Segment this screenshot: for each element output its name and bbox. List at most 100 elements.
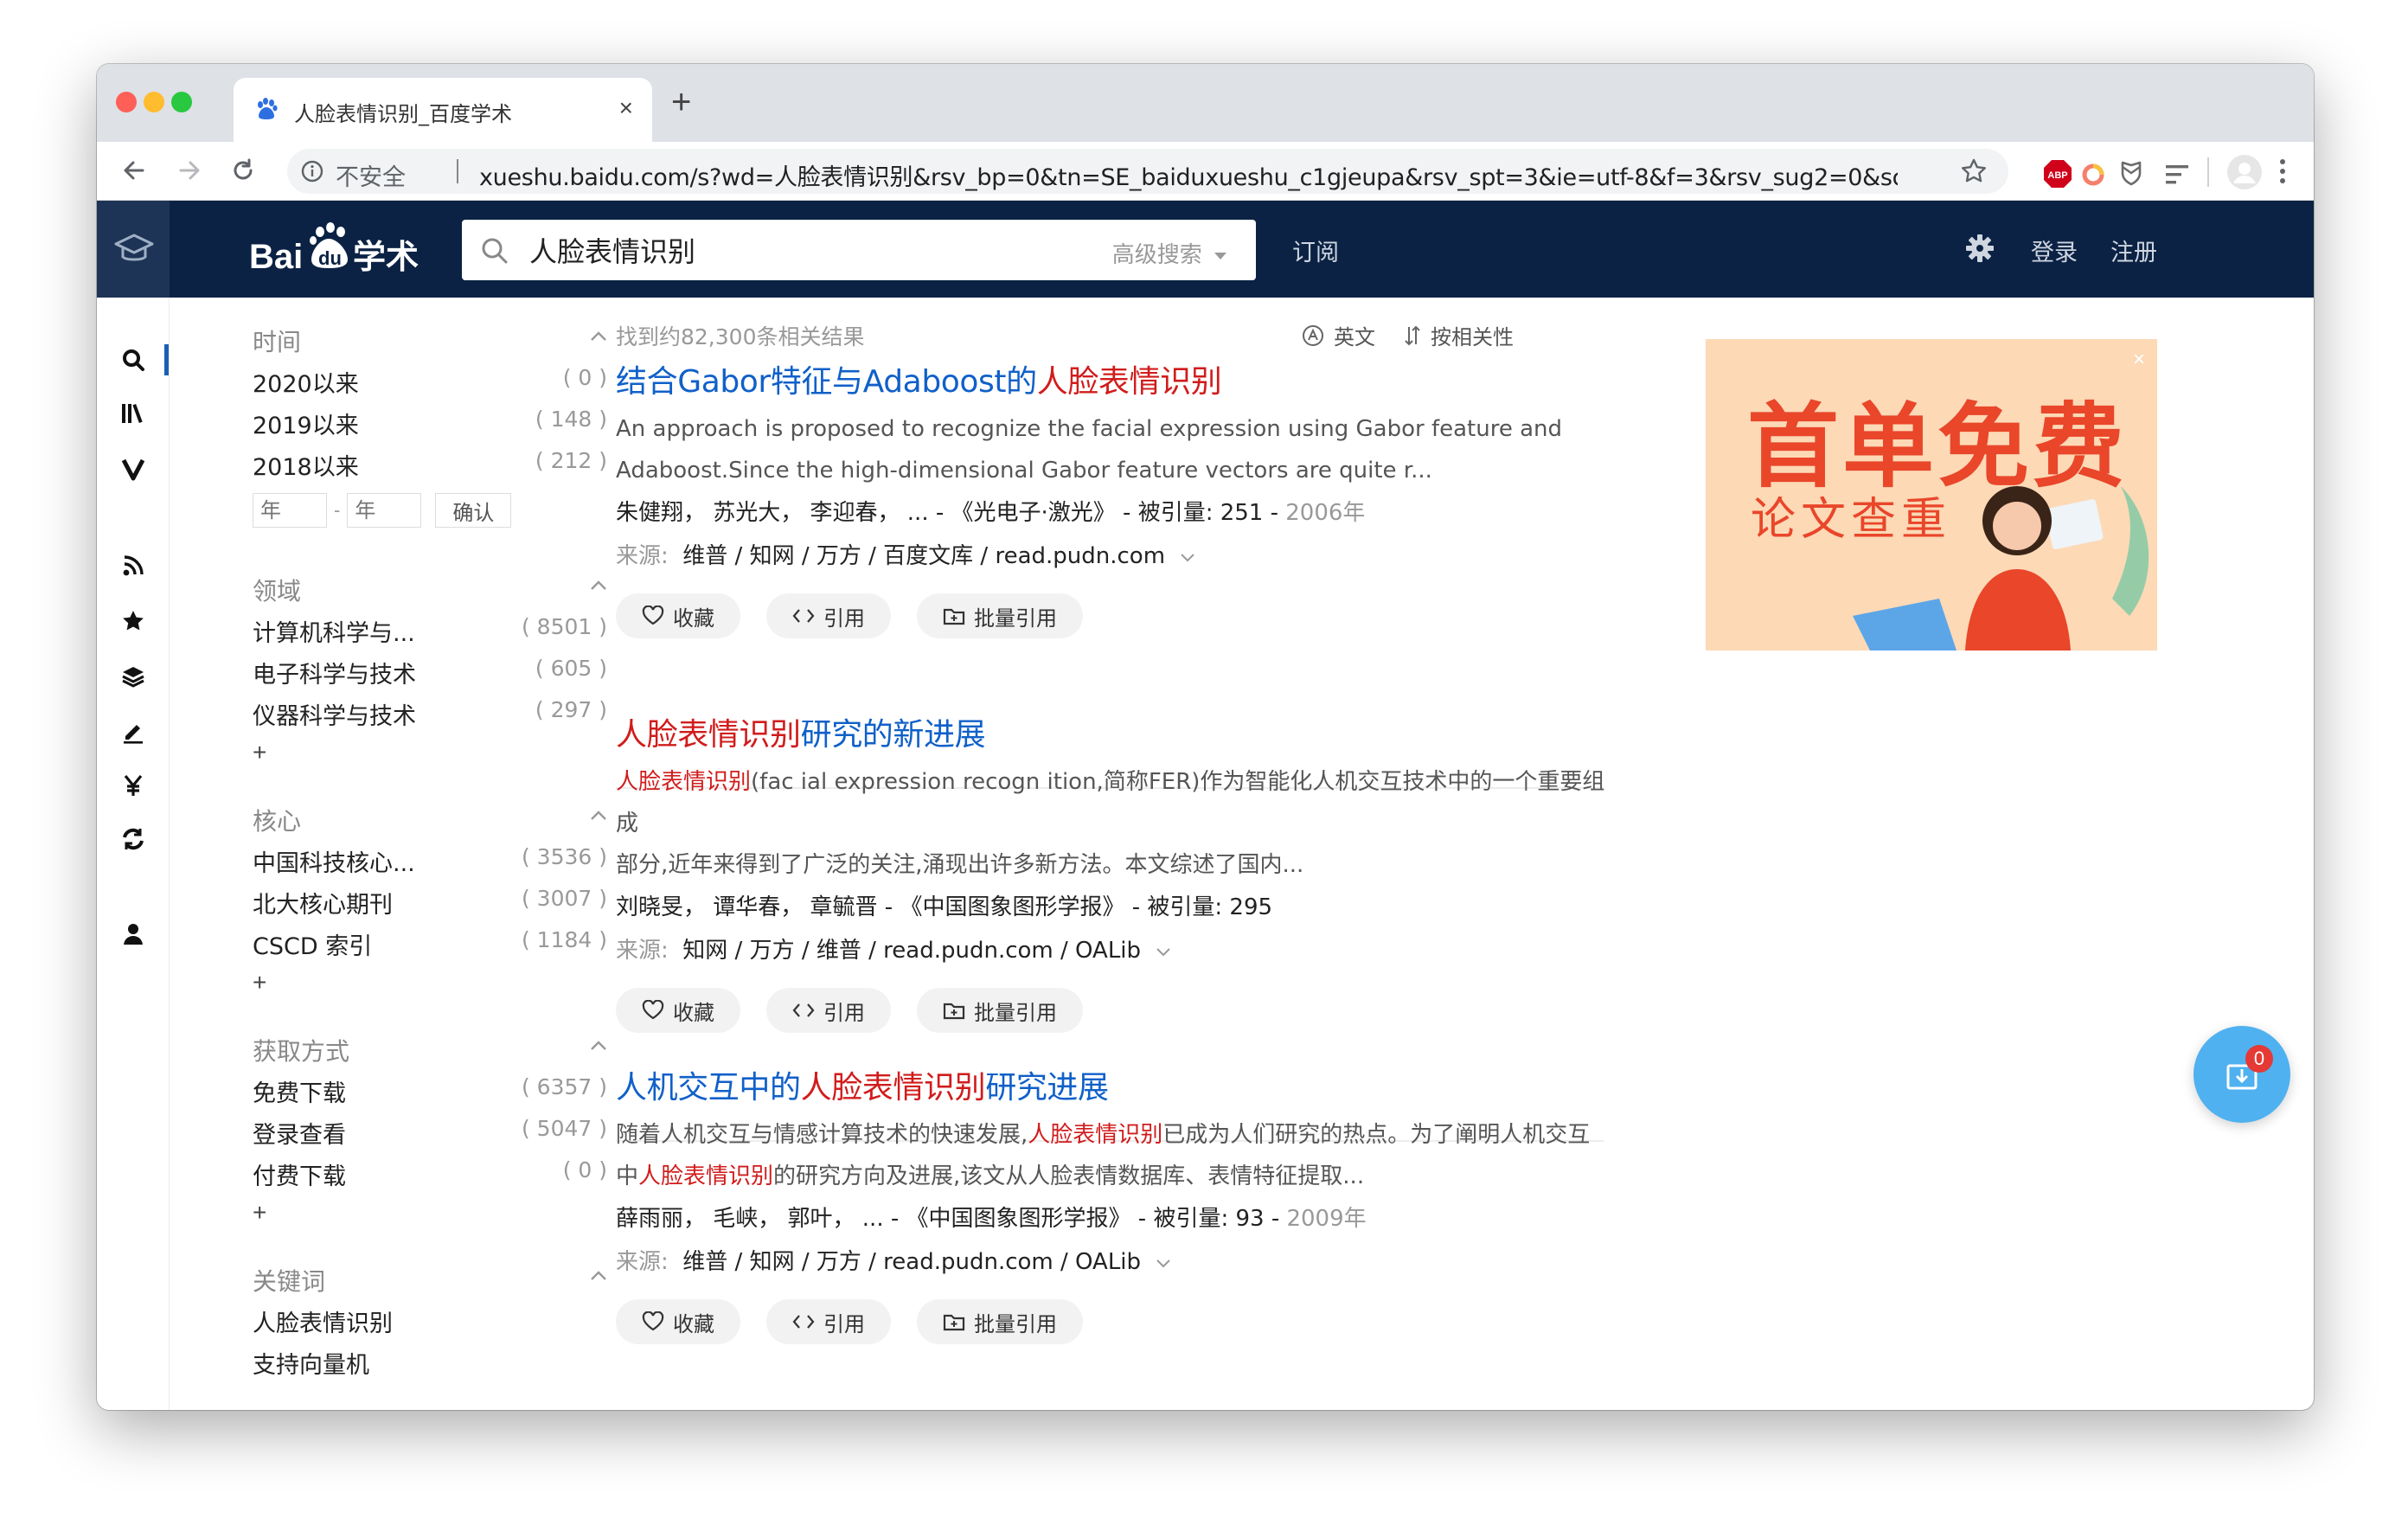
filter-option[interactable]: 计算机科学与... ( 8501 ): [253, 614, 616, 656]
chevron-up-icon[interactable]: [590, 1040, 607, 1052]
filter-more-button[interactable]: +: [253, 739, 616, 773]
result-title-link[interactable]: 人脸表情识别研究的新进展: [616, 715, 1702, 756]
filter-more-button[interactable]: +: [253, 1199, 616, 1234]
collect-button[interactable]: 收藏: [616, 988, 740, 1033]
minimize-window-button[interactable]: [144, 92, 164, 112]
chevron-down-icon[interactable]: [1155, 945, 1172, 958]
floating-batch-button[interactable]: 0: [2193, 1026, 2290, 1123]
batch-cite-button[interactable]: 批量引用: [917, 593, 1083, 638]
settings-gear-icon[interactable]: [1965, 234, 1995, 263]
search-input[interactable]: [529, 230, 1066, 270]
list-extension-icon[interactable]: [2164, 163, 2190, 187]
new-tab-button[interactable]: +: [671, 85, 691, 119]
search-icon[interactable]: [119, 346, 147, 374]
year-confirm-button[interactable]: 确认: [435, 493, 512, 528]
subscribe-link[interactable]: 订阅: [1292, 234, 1339, 267]
user-icon[interactable]: [119, 920, 147, 948]
result-title-link[interactable]: 人机交互中的人脸表情识别研究进展: [616, 1067, 1702, 1109]
star-icon[interactable]: [119, 607, 147, 635]
login-link[interactable]: 登录: [2031, 234, 2078, 267]
yen-icon[interactable]: [119, 772, 147, 799]
library-icon[interactable]: [119, 400, 147, 427]
filter-core-header[interactable]: 核心: [253, 803, 616, 844]
result-title-link[interactable]: 结合Gabor特征与Adaboost的人脸表情识别: [616, 362, 1702, 403]
chevron-up-icon[interactable]: [590, 580, 607, 592]
english-filter-button[interactable]: 英文: [1301, 320, 1375, 350]
register-link[interactable]: 注册: [2110, 234, 2157, 267]
bookmark-star-icon[interactable]: [1960, 157, 1988, 185]
filter-option[interactable]: 2018以来 ( 212 ): [253, 448, 616, 490]
result-authors[interactable]: 朱健翔， 苏光大， 李迎春， ... -: [616, 500, 944, 526]
collect-button[interactable]: 收藏: [616, 1299, 740, 1344]
filter-option[interactable]: 2020以来 ( 0 ): [253, 365, 616, 407]
batch-cite-button[interactable]: 批量引用: [917, 1299, 1083, 1344]
result-journal[interactable]: 《中国图象图形学报》: [900, 894, 1124, 920]
filter-option[interactable]: 登录查看 ( 5047 ): [253, 1116, 616, 1157]
filter-option[interactable]: 支持向量机: [253, 1346, 616, 1387]
info-icon[interactable]: [301, 160, 323, 183]
chevron-down-icon[interactable]: [1155, 1257, 1172, 1269]
filter-option[interactable]: 付费下载 ( 0 ): [253, 1157, 616, 1199]
year-range: - 确认: [253, 490, 616, 531]
source-links[interactable]: 知网 / 万方 / 维普 / read.pudn.com / OALib: [682, 938, 1141, 964]
collect-button[interactable]: 收藏: [616, 593, 740, 638]
advanced-search-dropdown[interactable]: 高级搜索: [1112, 237, 1226, 269]
chevron-up-icon[interactable]: [590, 330, 607, 343]
filter-option[interactable]: 2019以来 ( 148 ): [253, 407, 616, 448]
reload-icon[interactable]: [228, 156, 258, 185]
filter-keywords-header[interactable]: 关键词: [253, 1263, 616, 1304]
batch-cite-button[interactable]: 批量引用: [917, 988, 1083, 1033]
chevron-up-icon[interactable]: [590, 1270, 607, 1282]
result-journal[interactable]: 《光电子·激光》: [951, 500, 1116, 526]
result-cite-count: - 被引量: 251 -: [1123, 500, 1278, 526]
result-journal[interactable]: 《中国图象图形学报》: [906, 1206, 1131, 1232]
source-links[interactable]: 维普 / 知网 / 万方 / read.pudn.com / OALib: [682, 1249, 1141, 1275]
chevron-up-icon[interactable]: [590, 810, 607, 822]
filter-option[interactable]: 北大核心期刊 ( 3007 ): [253, 886, 616, 927]
browser-tab[interactable]: 人脸表情识别_百度学术 ×: [234, 78, 652, 142]
rss-icon[interactable]: [119, 552, 147, 580]
cite-button[interactable]: 引用: [766, 1299, 891, 1344]
filter-option[interactable]: 电子科学与技术 ( 605 ): [253, 656, 616, 697]
baidu-xueshu-logo[interactable]: Bai du 学术: [249, 220, 431, 280]
graduation-cap-icon[interactable]: [114, 232, 154, 266]
ad-banner[interactable]: 首单免费 论文查重 ×: [1706, 339, 2157, 650]
sort-relevance-button[interactable]: 按相关性: [1403, 320, 1514, 350]
source-links[interactable]: 维普 / 知网 / 万方 / 百度文库 / read.pudn.com: [682, 543, 1165, 569]
chevron-down-icon[interactable]: [1179, 551, 1196, 563]
filter-field-header[interactable]: 领域: [253, 573, 616, 614]
filter-option[interactable]: 免费下载 ( 6357 ): [253, 1074, 616, 1116]
filter-option[interactable]: 中国科技核心... ( 3536 ): [253, 844, 616, 886]
abstract-line: An approach is proposed to recognize the…: [616, 416, 1563, 442]
shield-extension-icon[interactable]: [2117, 159, 2145, 187]
browser-menu-icon[interactable]: [2278, 157, 2287, 185]
profile-avatar-icon[interactable]: [2226, 154, 2263, 190]
filter-access-header[interactable]: 获取方式: [253, 1033, 616, 1074]
cite-button[interactable]: 引用: [766, 593, 891, 638]
search-icon[interactable]: [481, 237, 509, 265]
refresh-icon[interactable]: [119, 825, 147, 853]
filter-option[interactable]: 人脸表情识别: [253, 1304, 616, 1346]
filter-option[interactable]: CSCD 索引 ( 1184 ): [253, 927, 616, 969]
year-from-input[interactable]: [253, 493, 327, 528]
back-arrow-icon[interactable]: [119, 156, 149, 185]
year-to-input[interactable]: [347, 493, 422, 528]
maximize-window-button[interactable]: [171, 92, 192, 112]
address-bar[interactable]: 不安全 xueshu.baidu.com/s?wd=人脸表情识别&rsv_bp=…: [287, 149, 2008, 194]
forward-arrow-icon[interactable]: [175, 156, 204, 185]
filter-more-button[interactable]: +: [253, 969, 616, 1003]
adblock-extension-icon[interactable]: ABP: [2043, 159, 2072, 189]
filter-option[interactable]: 仪器科学与技术 ( 297 ): [253, 697, 616, 739]
filter-time-header[interactable]: 时间: [253, 324, 616, 365]
result-authors[interactable]: 薛雨丽， 毛峡， 郭叶， ... -: [616, 1206, 899, 1232]
url-text[interactable]: xueshu.baidu.com/s?wd=人脸表情识别&rsv_bp=0&tn…: [479, 158, 1898, 192]
tab-close-icon[interactable]: ×: [619, 95, 633, 121]
layers-icon[interactable]: [119, 663, 147, 690]
v-icon[interactable]: [119, 455, 147, 483]
ring-extension-icon[interactable]: [2081, 163, 2105, 187]
abstract-highlight: 人脸表情识别: [616, 769, 752, 795]
edit-icon[interactable]: [119, 718, 147, 746]
close-window-button[interactable]: [116, 92, 137, 112]
result-authors[interactable]: 刘晓旻， 谭华春， 章毓晋 -: [616, 894, 893, 920]
cite-button[interactable]: 引用: [766, 988, 891, 1033]
